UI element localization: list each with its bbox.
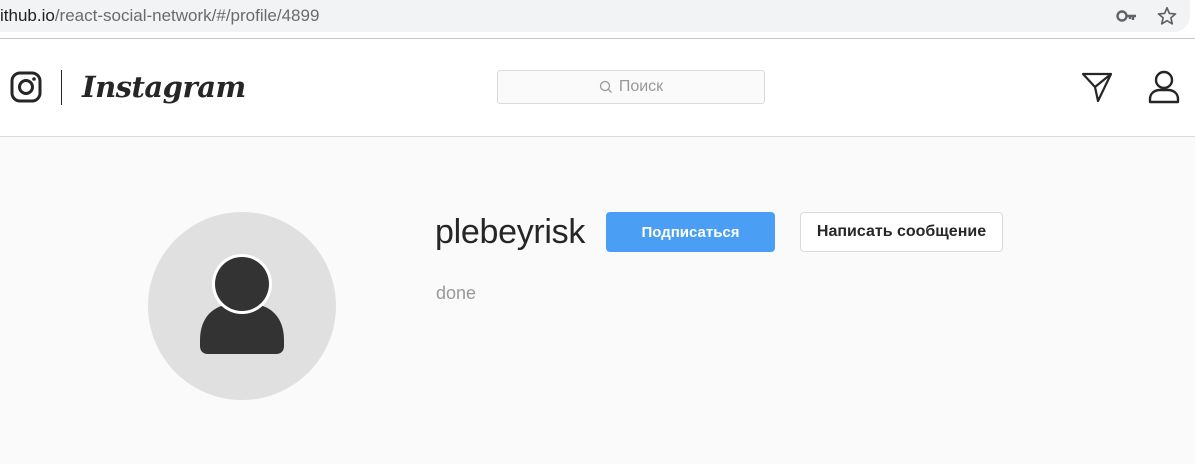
- instagram-camera-icon[interactable]: [10, 71, 42, 103]
- avatar[interactable]: [148, 212, 336, 400]
- search-input[interactable]: [498, 71, 764, 103]
- send-message-button[interactable]: Написать сообщение: [800, 212, 1003, 252]
- instagram-logo[interactable]: Instagram: [82, 67, 246, 107]
- url-text[interactable]: ithub.io/react-social-network/#/profile/…: [0, 6, 319, 26]
- url-domain: ithub.io: [0, 6, 55, 25]
- key-icon[interactable]: [1116, 6, 1138, 26]
- star-icon[interactable]: [1156, 5, 1178, 27]
- search-box[interactable]: Поиск: [497, 70, 765, 104]
- profile-username: plebeyrisk: [435, 213, 586, 251]
- person-silhouette-icon: [200, 254, 284, 354]
- logo-divider: [61, 70, 62, 105]
- user-icon[interactable]: [1148, 70, 1180, 104]
- profile-bio: done: [436, 283, 477, 303]
- browser-toolbar: ithub.io/react-social-network/#/profile/…: [0, 0, 1195, 39]
- follow-button[interactable]: Подписаться: [606, 212, 775, 252]
- url-path: /react-social-network/#/profile/4899: [54, 6, 320, 25]
- top-navigation: Instagram Поиск: [0, 39, 1195, 137]
- address-bar[interactable]: ithub.io/react-social-network/#/profile/…: [0, 0, 1190, 32]
- paper-plane-icon[interactable]: [1081, 71, 1113, 103]
